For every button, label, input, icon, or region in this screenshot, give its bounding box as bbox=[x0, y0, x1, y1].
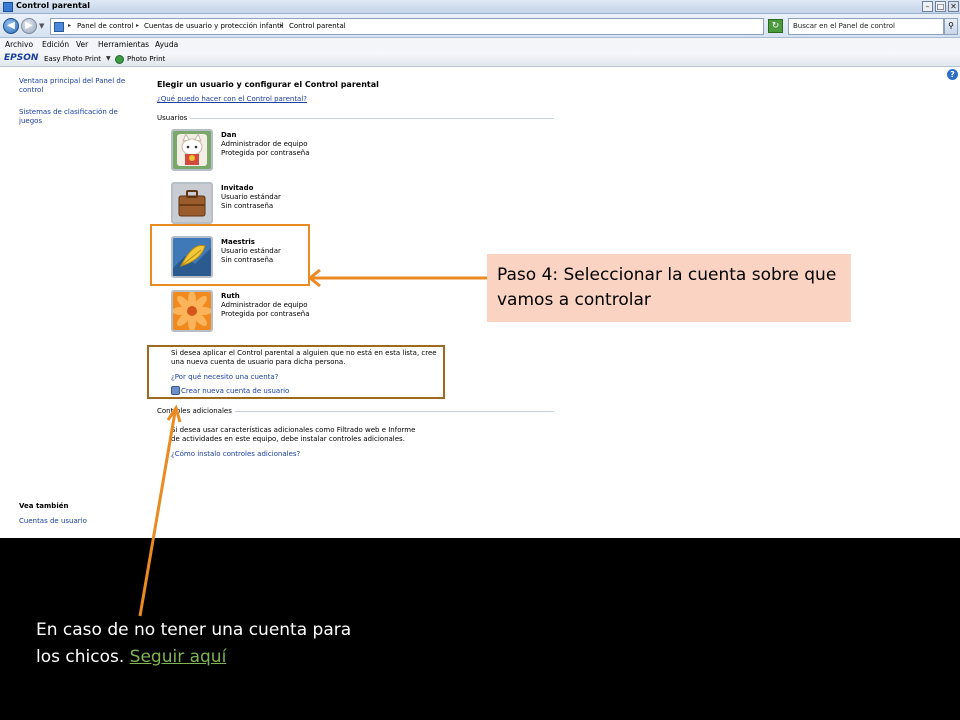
back-button[interactable]: ◀ bbox=[3, 18, 19, 34]
breadcrumb-item[interactable]: Panel de control bbox=[77, 22, 133, 30]
control-panel-window: Control parental – □ ✕ ◀ ▶ ▼ ▸ Panel de … bbox=[0, 0, 960, 538]
user-account-dan[interactable]: Dan Administrador de equipo Protegida po… bbox=[171, 129, 321, 173]
search-icon[interactable]: ⚲ bbox=[944, 18, 958, 35]
page-title: Elegir un usuario y configurar el Contro… bbox=[157, 80, 379, 89]
divider bbox=[157, 118, 554, 119]
search-input[interactable]: Buscar en el Panel de control bbox=[788, 18, 944, 35]
see-also-heading: Vea también bbox=[19, 502, 69, 510]
address-box[interactable]: ▸ Panel de control ▸ Cuentas de usuario … bbox=[50, 18, 807, 35]
chevron-right-icon[interactable]: ▸ bbox=[136, 22, 139, 29]
nav-history-dropdown-icon[interactable]: ▼ bbox=[39, 22, 44, 30]
menu-ver[interactable]: Ver bbox=[76, 40, 88, 49]
user-account-invitado[interactable]: Invitado Usuario estándar Sin contraseña bbox=[171, 182, 321, 226]
epson-toolbar: EPSON Easy Photo Print ▼ Photo Print bbox=[0, 52, 960, 67]
breadcrumb-item[interactable]: Cuentas de usuario y protección infantil bbox=[144, 22, 284, 30]
menu-herramientas[interactable]: Herramientas bbox=[98, 40, 149, 49]
menu-bar: Archivo Edición Ver Herramientas Ayuda bbox=[0, 38, 960, 52]
highlight-maestris bbox=[150, 224, 310, 286]
epson-logo: EPSON bbox=[4, 53, 39, 63]
photo-print-icon[interactable] bbox=[115, 55, 124, 64]
additional-controls-text: Si desea usar características adicionale… bbox=[171, 426, 416, 443]
forward-button[interactable]: ▶ bbox=[21, 18, 37, 34]
menu-archivo[interactable]: Archivo bbox=[5, 40, 33, 49]
step4-callout: Paso 4: Seleccionar la cuenta sobre que … bbox=[487, 254, 851, 322]
user-role: Administrador de equipo bbox=[221, 140, 308, 148]
search-placeholder: Buscar en el Panel de control bbox=[793, 22, 895, 30]
help-link[interactable]: ¿Qué puedo hacer con el Control parental… bbox=[157, 95, 307, 103]
follow-here-link[interactable]: Seguir aquí bbox=[130, 647, 227, 667]
user-account-ruth[interactable]: Ruth Administrador de equipo Protegida p… bbox=[171, 290, 321, 334]
chevron-right-icon[interactable]: ▸ bbox=[280, 22, 283, 29]
user-role: Administrador de equipo bbox=[221, 301, 308, 309]
user-name: Dan bbox=[221, 131, 237, 139]
chevron-right-icon: ▸ bbox=[68, 22, 72, 29]
minimize-button[interactable]: – bbox=[922, 1, 933, 12]
user-password-status: Sin contraseña bbox=[221, 202, 274, 210]
user-role: Usuario estándar bbox=[221, 193, 281, 201]
menu-ayuda[interactable]: Ayuda bbox=[155, 40, 178, 49]
sidebar-link-control-panel-home[interactable]: Ventana principal del Panel de control bbox=[19, 77, 131, 95]
users-section-label: Usuarios bbox=[157, 114, 191, 122]
address-bar-row: ◀ ▶ ▼ ▸ Panel de control ▸ Cuentas de us… bbox=[0, 14, 960, 38]
user-name: Ruth bbox=[221, 292, 240, 300]
title-bar: Control parental – □ ✕ bbox=[0, 0, 960, 14]
close-button[interactable]: ✕ bbox=[948, 1, 959, 12]
sidebar-link-user-accounts[interactable]: Cuentas de usuario bbox=[19, 517, 131, 526]
additional-controls-label: Controles adicionales bbox=[157, 407, 235, 415]
control-panel-icon bbox=[54, 22, 64, 32]
sidebar-link-game-ratings[interactable]: Sistemas de clasificación de juegos bbox=[19, 108, 131, 126]
refresh-icon[interactable]: ↻ bbox=[768, 19, 783, 33]
suitcase-icon bbox=[171, 182, 213, 224]
cat-icon bbox=[171, 129, 213, 171]
easy-photo-print-button[interactable]: Easy Photo Print bbox=[44, 55, 101, 63]
window-title: Control parental bbox=[16, 1, 91, 10]
step4-text: Paso 4: Seleccionar la cuenta sobre que … bbox=[497, 265, 837, 310]
photo-print-button[interactable]: Photo Print bbox=[127, 55, 165, 63]
flower-icon bbox=[171, 290, 213, 332]
user-password-status: Protegida por contraseña bbox=[221, 310, 310, 318]
sidebar: Ventana principal del Panel de control S… bbox=[0, 67, 140, 538]
note-text: En caso de no tener una cuenta para los … bbox=[36, 617, 376, 671]
control-panel-icon bbox=[3, 2, 13, 12]
menu-edicion[interactable]: Edición bbox=[42, 40, 69, 49]
breadcrumb-item[interactable]: Control parental bbox=[289, 22, 346, 30]
user-name: Invitado bbox=[221, 184, 254, 192]
user-password-status: Protegida por contraseña bbox=[221, 149, 310, 157]
install-controls-link[interactable]: ¿Cómo instalo controles adicionales? bbox=[171, 450, 300, 458]
highlight-create-account bbox=[147, 345, 445, 399]
help-icon[interactable]: ? bbox=[947, 69, 958, 80]
maximize-button[interactable]: □ bbox=[935, 1, 946, 12]
chevron-down-icon[interactable]: ▼ bbox=[106, 55, 111, 62]
